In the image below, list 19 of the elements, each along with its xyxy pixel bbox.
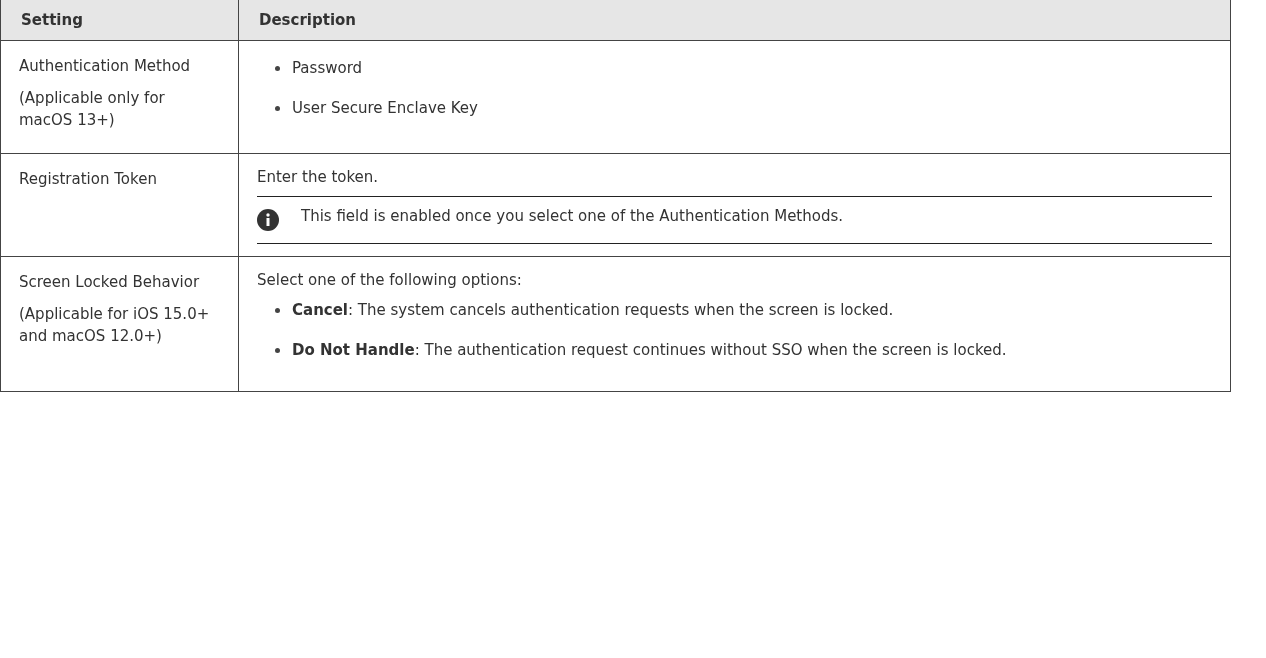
column-header: Setting (0, 0, 239, 41)
setting-text: Screen Locked Behavior (19, 272, 201, 293)
list-item-text: Cancel: The system cancels authentication requests when the screen is locked. (292, 300, 894, 321)
list-item-text: User Secure Enclave Key (292, 98, 478, 119)
info-icon (257, 209, 279, 231)
bullet-icon (275, 66, 280, 71)
setting-text: Authentication Method (19, 56, 192, 77)
list-item-text: Password (292, 58, 363, 79)
note-text: This field is enabled once you select one of the Authentication Methods. (301, 206, 845, 227)
setting-text: (Applicable only for macOS 13+) (19, 88, 166, 131)
column-header: Description (238, 0, 1231, 41)
description-text: Select one of the following options: (257, 270, 523, 291)
bullet-icon (275, 106, 280, 111)
setting-text: Registration Token (19, 169, 158, 190)
bullet-icon (275, 308, 280, 313)
bullet-icon (275, 348, 280, 353)
list-item-text: Do Not Handle: The authentication request continues without SSO when the screen is locked. (292, 340, 1007, 361)
setting-text: (Applicable for iOS 15.0+ and macOS 12.0+) (19, 304, 211, 347)
description-text: Enter the token. (257, 167, 380, 188)
